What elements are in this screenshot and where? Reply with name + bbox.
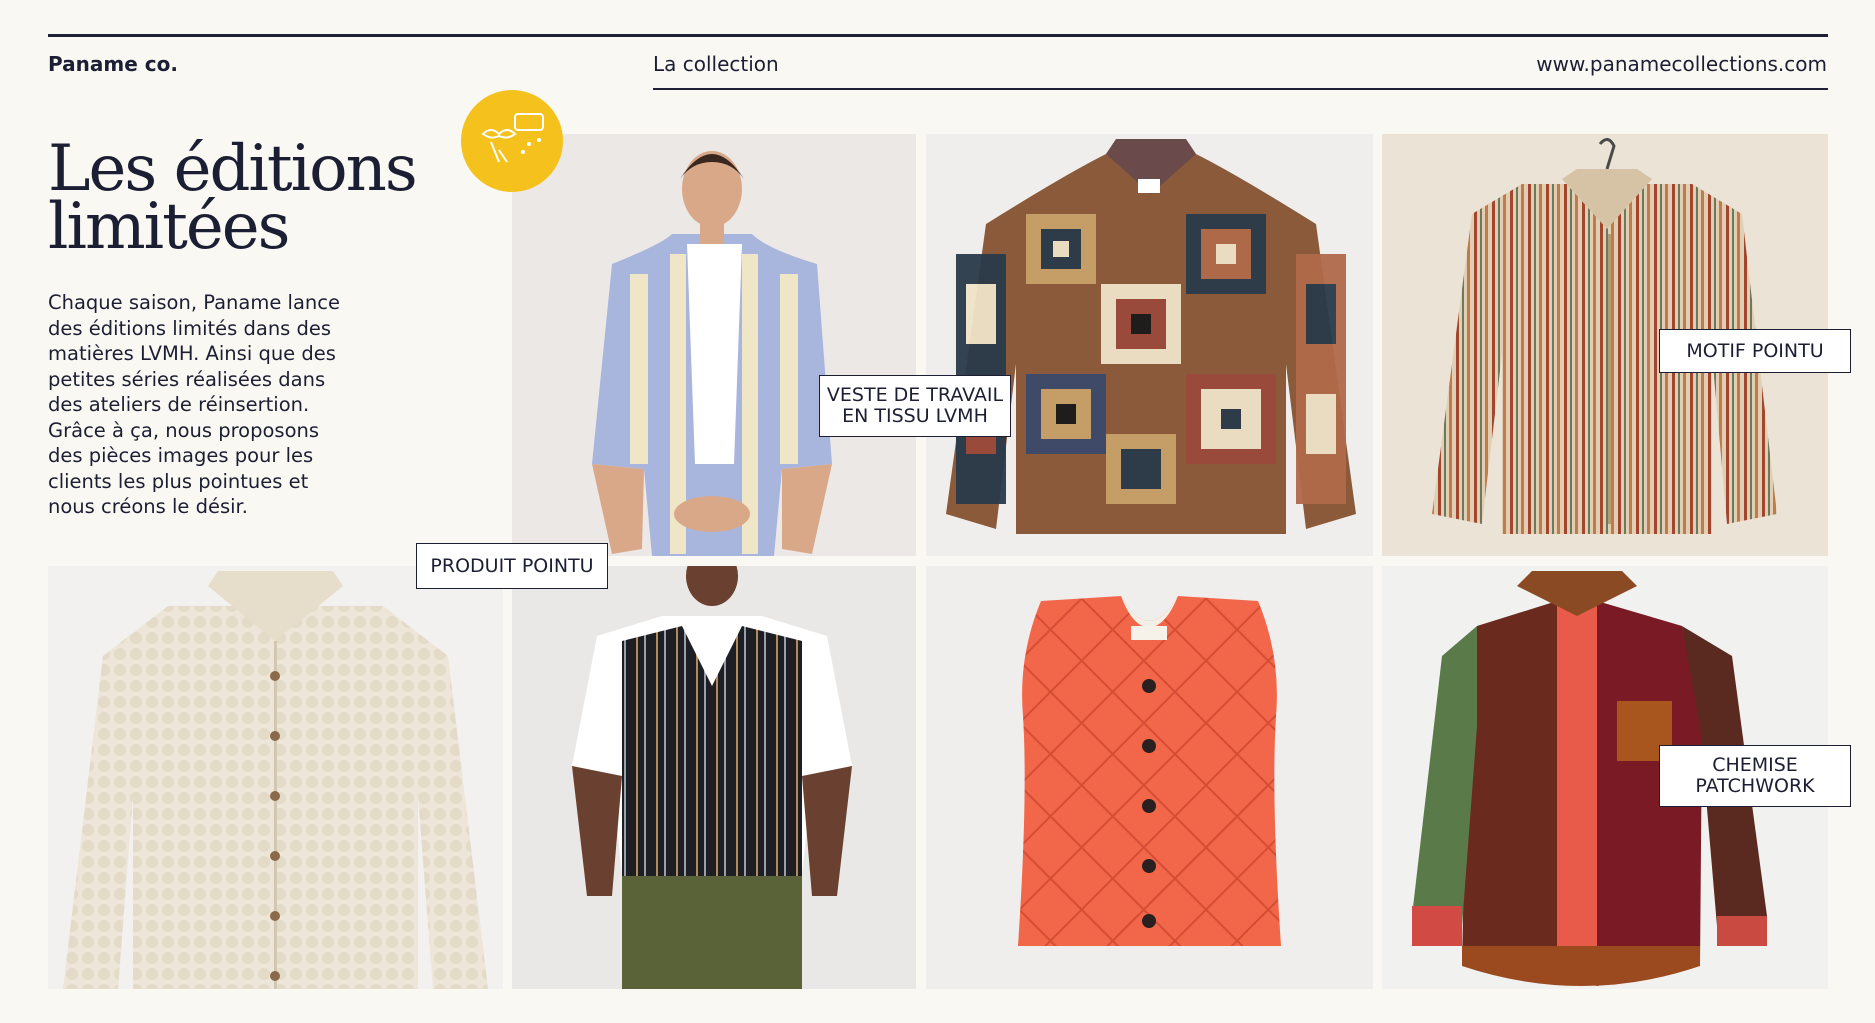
knit-vest-illustration xyxy=(512,566,916,989)
quilted-vest-illustration xyxy=(926,566,1373,989)
tag-motif-label: MOTIF POINTU xyxy=(1686,339,1824,362)
knit-cardigan-illustration xyxy=(48,566,503,989)
tag-chemise-line-1: CHEMISE xyxy=(1712,754,1798,776)
tag-veste-travail: VESTE DE TRAVAIL EN TISSU LVMH xyxy=(819,375,1011,437)
photo-patchwork-jacket xyxy=(926,134,1373,556)
brand-name: Paname co. xyxy=(48,52,178,76)
title-line-2: limitées xyxy=(48,190,290,264)
photo-quilted-vest xyxy=(926,566,1373,989)
tag-motif-pointu: MOTIF POINTU xyxy=(1659,329,1851,373)
tag-produit-pointu: PRODUIT POINTU xyxy=(416,543,608,589)
website-link[interactable]: www.panamecollections.com xyxy=(1536,52,1827,76)
top-rule xyxy=(48,34,1828,37)
intro-description: Chaque saison, Paname lance des éditions… xyxy=(48,291,341,518)
collection-link[interactable]: La collection xyxy=(653,52,779,76)
photo-knit-polo xyxy=(512,134,916,556)
tag-veste-line-2: EN TISSU LVMH xyxy=(842,405,988,427)
tag-chemise-patchwork: CHEMISE PATCHWORK xyxy=(1659,745,1851,807)
photo-knit-cardigan xyxy=(48,566,503,989)
knit-polo-illustration xyxy=(512,134,916,556)
brand-badge xyxy=(461,90,563,192)
photo-knit-vest xyxy=(512,566,916,989)
tag-veste-line-1: VESTE DE TRAVAIL xyxy=(826,384,1004,406)
tag-chemise-line-2: PATCHWORK xyxy=(1695,775,1815,797)
mustache-speech-icon xyxy=(481,113,544,163)
page-title: Les éditions limitées xyxy=(48,137,448,259)
nav-rule xyxy=(653,88,1828,90)
patchwork-jacket-illustration xyxy=(926,134,1373,556)
tag-produit-label: PRODUIT POINTU xyxy=(430,554,594,577)
